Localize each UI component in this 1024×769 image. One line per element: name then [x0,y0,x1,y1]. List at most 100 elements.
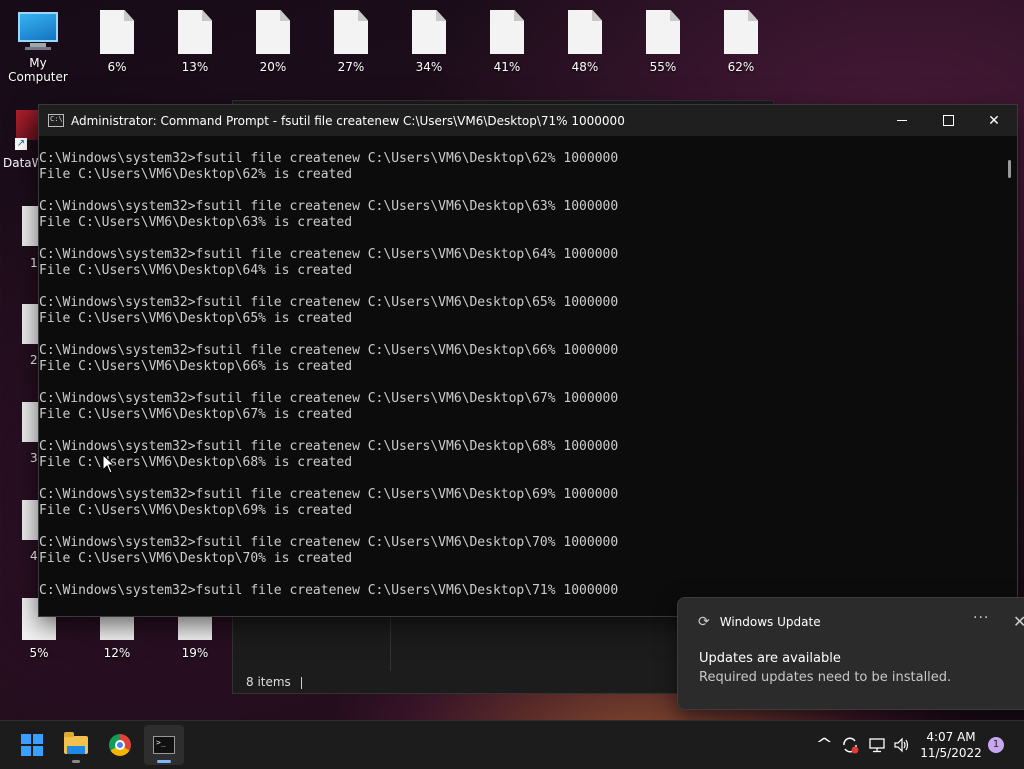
cmd-titlebar[interactable]: C:\ Administrator: Command Prompt - fsut… [39,105,1017,136]
file-icon [256,10,290,54]
terminal-icon [153,736,175,754]
desktop-icon-my-computer[interactable]: My Computer [2,10,74,84]
windows-update-notification[interactable]: ⟳ Windows Update ··· ✕ Updates are avail… [677,597,1024,710]
console-line: File C:\Users\VM6\Desktop\65% is created [39,311,353,326]
maximize-button[interactable] [925,105,971,136]
start-button[interactable] [12,725,52,765]
notification-close-button[interactable]: ✕ [1013,612,1024,631]
desktop-file-icon[interactable]: 34% [393,10,465,74]
desktop-icon-label: 62% [727,60,755,74]
console-line: File C:\Users\VM6\Desktop\69% is created [39,503,353,518]
active-indicator [157,760,171,763]
update-sync-icon[interactable] [841,736,859,754]
notification-count-badge[interactable]: 1 [988,737,1004,753]
volume-icon[interactable] [893,737,911,753]
desktop-file-icon[interactable]: 27% [315,10,387,74]
desktop-file-icon[interactable]: 41% [471,10,543,74]
item-count: 8 items [246,675,291,689]
vertical-scrollbar[interactable] [999,136,1017,616]
pane-divider [390,616,391,671]
file-icon [646,10,680,54]
desktop-icon-label: 34% [415,60,443,74]
taskbar-chrome[interactable] [100,725,140,765]
desktop-icon-label: 27% [337,60,365,74]
close-button[interactable]: ✕ [971,105,1017,136]
desktop-file-icon[interactable]: 6% [81,10,153,74]
shortcut-arrow-icon: ↗ [15,138,27,150]
minimize-button[interactable] [879,105,925,136]
console-line: C:\Windows\system32>fsutil file createne… [39,343,619,358]
console-line: File C:\Users\VM6\Desktop\67% is created [39,407,353,422]
sync-icon: ⟳ [698,614,710,630]
mouse-cursor-icon [102,454,116,474]
file-icon [334,10,368,54]
desktop-icon-label: 3 [30,451,38,465]
status-separator [300,676,302,689]
desktop-icon-dataw[interactable]: ↗ DataW [2,108,44,172]
console-line: C:\Windows\system32>fsutil file createne… [39,151,619,166]
notification-heading: Updates are available [699,651,841,666]
desktop-file-icon[interactable]: 48% [549,10,621,74]
file-icon [724,10,758,54]
dataw-app-icon [16,110,40,140]
desktop-icon-label: 20% [259,60,287,74]
console-line: File C:\Users\VM6\Desktop\66% is created [39,359,353,374]
taskbar-file-explorer[interactable] [56,725,96,765]
console-line: C:\Windows\system32>fsutil file createne… [39,487,619,502]
desktop-icon-label: 5% [29,646,49,660]
console-line: C:\Windows\system32>fsutil file createne… [39,295,619,310]
console-output[interactable]: C:\Windows\system32>fsutil file createne… [39,136,999,616]
desktop-icon-label: 2 [30,353,38,367]
file-icon [100,10,134,54]
running-indicator [72,760,80,763]
cmd-app-icon: C:\ [48,114,64,127]
desktop-file-icon[interactable]: 55% [627,10,699,74]
desktop-icon-label: 19% [181,646,209,660]
console-line: File C:\Users\VM6\Desktop\62% is created [39,167,353,182]
desktop-file-icon[interactable]: 62% [705,10,777,74]
more-options-button[interactable]: ··· [973,610,989,626]
file-icon [568,10,602,54]
desktop-icon-label: 48% [571,60,599,74]
command-prompt-window[interactable]: C:\ Administrator: Command Prompt - fsut… [38,104,1018,617]
console-line: C:\Windows\system32>fsutil file createne… [39,535,619,550]
desktop-icon-label: 1 [30,256,38,270]
computer-icon [16,12,60,52]
console-line: C:\Windows\system32>fsutil file createne… [39,247,619,262]
desktop-icon-label: My Computer [8,56,68,84]
taskbar: ^ 4:07 AM 11/5/2022 1 [0,720,1024,769]
close-icon: ✕ [988,112,1000,129]
console-line: File C:\Users\VM6\Desktop\68% is created [39,455,353,470]
file-icon [490,10,524,54]
network-icon[interactable] [868,737,886,753]
maximize-icon [942,115,954,126]
notification-header: ⟳ Windows Update [698,614,821,630]
show-hidden-icons-button[interactable]: ^ [815,735,833,753]
scrollbar-thumb[interactable] [1008,160,1011,178]
desktop-icon-label: 55% [649,60,677,74]
chrome-icon [109,734,131,756]
window-title: Administrator: Command Prompt - fsutil f… [71,113,625,128]
desktop-file-icon[interactable]: 20% [237,10,309,74]
console-line: C:\Windows\system32>fsutil file createne… [39,391,619,406]
clock-date: 11/5/2022 [920,746,982,760]
taskbar-command-prompt[interactable] [144,725,184,765]
desktop-icon-label: 13% [181,60,209,74]
file-icon [412,10,446,54]
notification-body: Required updates need to be installed. [699,670,952,685]
desktop-icon-label: 6% [107,60,127,74]
desktop-icon-label: 4 [30,549,38,563]
desktop-file-icon[interactable]: 13% [159,10,231,74]
taskbar-clock[interactable]: 4:07 AM 11/5/2022 [912,729,990,761]
minimize-icon [897,120,907,121]
console-line: C:\Windows\system32>fsutil file createne… [39,199,619,214]
desktop-icon-label: 12% [103,646,131,660]
console-line: File C:\Users\VM6\Desktop\63% is created [39,215,353,230]
